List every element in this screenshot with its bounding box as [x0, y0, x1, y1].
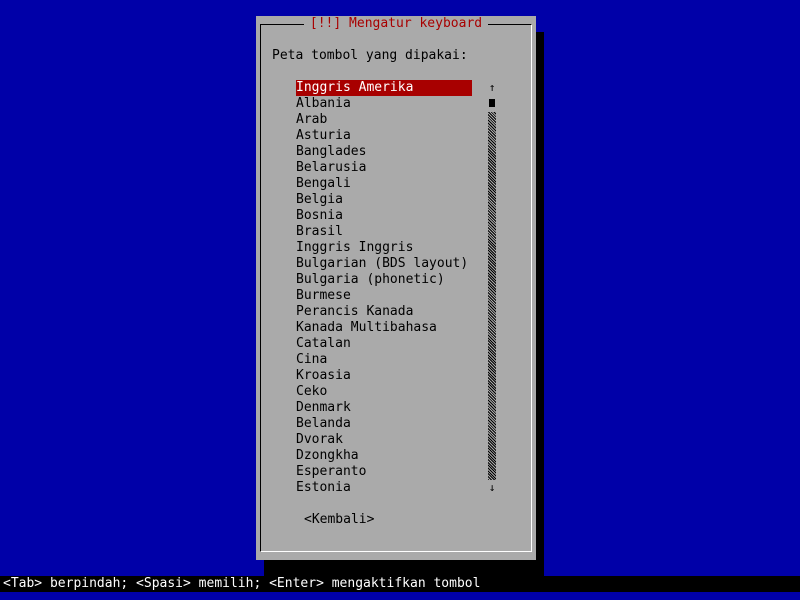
scroll-thumb[interactable] — [489, 99, 495, 107]
scrollbar[interactable]: ↑ ↓ — [488, 80, 496, 496]
keymap-option[interactable]: Belarusia — [296, 160, 472, 176]
keyboard-config-dialog: [!!] Mengatur keyboard Peta tombol yang … — [256, 16, 536, 560]
keymap-list[interactable]: Inggris Amerika Albania Arab Asturia Banglad… — [296, 80, 472, 496]
keymap-option[interactable]: Asturia — [296, 128, 472, 144]
keymap-option[interactable]: Kanada Multibahasa — [296, 320, 472, 336]
keymap-option[interactable]: Belanda — [296, 416, 472, 432]
scroll-down-arrow-icon[interactable]: ↓ — [488, 480, 496, 496]
keymap-option[interactable]: Dzongkha — [296, 448, 472, 464]
status-bar: <Tab> berpindah; <Spasi> memilih; <Enter… — [0, 576, 800, 592]
keymap-option[interactable]: Catalan — [296, 336, 472, 352]
keymap-option[interactable]: Arab — [296, 112, 472, 128]
scroll-track[interactable] — [488, 112, 496, 480]
keymap-option[interactable]: Inggris Amerika — [296, 80, 472, 96]
scroll-up-arrow-icon[interactable]: ↑ — [488, 80, 496, 96]
keymap-option[interactable]: Belgia — [296, 192, 472, 208]
keymap-option[interactable]: Perancis Kanada — [296, 304, 472, 320]
keymap-option[interactable]: Burmese — [296, 288, 472, 304]
keymap-option[interactable]: Denmark — [296, 400, 472, 416]
list-prompt: Peta tombol yang dipakai: — [272, 48, 468, 63]
keymap-option[interactable]: Ceko — [296, 384, 472, 400]
keymap-option[interactable]: Banglades — [296, 144, 472, 160]
keymap-option[interactable]: Albania — [296, 96, 472, 112]
keymap-option[interactable]: Kroasia — [296, 368, 472, 384]
back-button[interactable]: <Kembali> — [304, 512, 374, 528]
keymap-option[interactable]: Bengali — [296, 176, 472, 192]
keymap-option[interactable]: Estonia — [296, 480, 472, 496]
keymap-option[interactable]: Bulgarian (BDS layout) — [296, 256, 472, 272]
keymap-option[interactable]: Bulgaria (phonetic) — [296, 272, 472, 288]
keymap-option[interactable]: Dvorak — [296, 432, 472, 448]
keymap-option[interactable]: Brasil — [296, 224, 472, 240]
keymap-option[interactable]: Cina — [296, 352, 472, 368]
keymap-option[interactable]: Bosnia — [296, 208, 472, 224]
dialog-title-text: [!!] Mengatur keyboard — [303, 16, 489, 31]
dialog-title: [!!] Mengatur keyboard — [256, 16, 536, 32]
keymap-option[interactable]: Esperanto — [296, 464, 472, 480]
keymap-option[interactable]: Inggris Inggris — [296, 240, 472, 256]
